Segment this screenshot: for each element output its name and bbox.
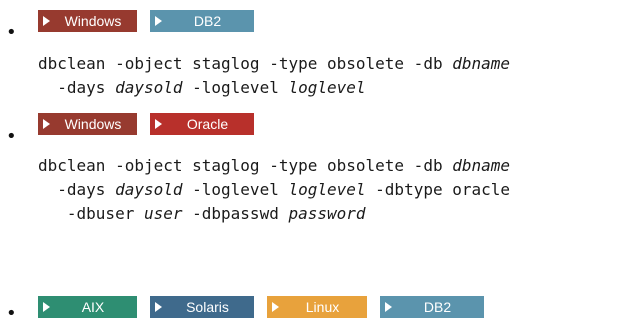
command-parameter: loglevel (288, 180, 366, 199)
command-text: -dbtype oracle (365, 180, 511, 199)
command-parameter: password (288, 204, 366, 223)
play-arrow-icon (43, 119, 50, 129)
play-arrow-icon (385, 302, 392, 312)
badge-label: Windows (64, 13, 122, 29)
platform-badge-db2: DB2 (150, 10, 254, 32)
platform-badge-db2: DB2 (380, 296, 484, 318)
badge-label: Linux (305, 299, 340, 315)
platform-badge-oracle: Oracle (150, 113, 254, 135)
badge-label: DB2 (193, 13, 222, 29)
command-text: dbclean -object staglog -type obsolete -… (38, 54, 453, 73)
command-text: -dbuser (38, 204, 144, 223)
badge-label: Windows (64, 116, 122, 132)
command-parameter: dbname (452, 54, 511, 73)
command-text: -days (38, 180, 116, 199)
platform-badge-linux: Linux (267, 296, 367, 318)
command-snippet: dbclean -object staglog -type obsolete -… (38, 154, 510, 226)
platform-badges: Windows DB2 (38, 10, 254, 32)
command-text: -dbpasswd (182, 204, 289, 223)
play-arrow-icon (155, 119, 162, 129)
platform-badge-windows: Windows (38, 10, 137, 32)
command-text: -loglevel (182, 78, 289, 97)
play-arrow-icon (43, 302, 50, 312)
badge-label: DB2 (423, 299, 452, 315)
command-text: -loglevel (182, 180, 289, 199)
play-arrow-icon (155, 16, 162, 26)
command-line: -days daysold -loglevel loglevel (38, 76, 510, 100)
command-snippet: dbclean -object staglog -type obsolete -… (38, 52, 510, 100)
command-parameter: dbname (452, 156, 511, 175)
platform-badge-solaris: Solaris (150, 296, 254, 318)
command-text: dbclean -object staglog -type obsolete -… (38, 156, 453, 175)
command-parameter: daysold (115, 180, 183, 199)
list-bullet: • (6, 22, 17, 43)
badge-label: Oracle (186, 116, 229, 132)
command-parameter: user (143, 204, 183, 223)
list-bullet: • (6, 303, 17, 324)
platform-badges: AIX Solaris Linux DB2 (38, 296, 484, 318)
platform-badges: Windows Oracle (38, 113, 254, 135)
play-arrow-icon (43, 16, 50, 26)
command-line: dbclean -object staglog -type obsolete -… (38, 52, 510, 76)
command-line: dbclean -object staglog -type obsolete -… (38, 154, 510, 178)
badge-label: Solaris (186, 299, 229, 315)
command-text: -days (38, 78, 116, 97)
play-arrow-icon (155, 302, 162, 312)
platform-badge-windows: Windows (38, 113, 137, 135)
platform-badge-aix: AIX (38, 296, 137, 318)
badge-label: AIX (81, 299, 105, 315)
command-parameter: loglevel (288, 78, 366, 97)
command-line: -dbuser user -dbpasswd password (38, 202, 510, 226)
command-line: -days daysold -loglevel loglevel -dbtype… (38, 178, 510, 202)
list-bullet: • (6, 126, 17, 147)
play-arrow-icon (272, 302, 279, 312)
command-parameter: daysold (115, 78, 183, 97)
